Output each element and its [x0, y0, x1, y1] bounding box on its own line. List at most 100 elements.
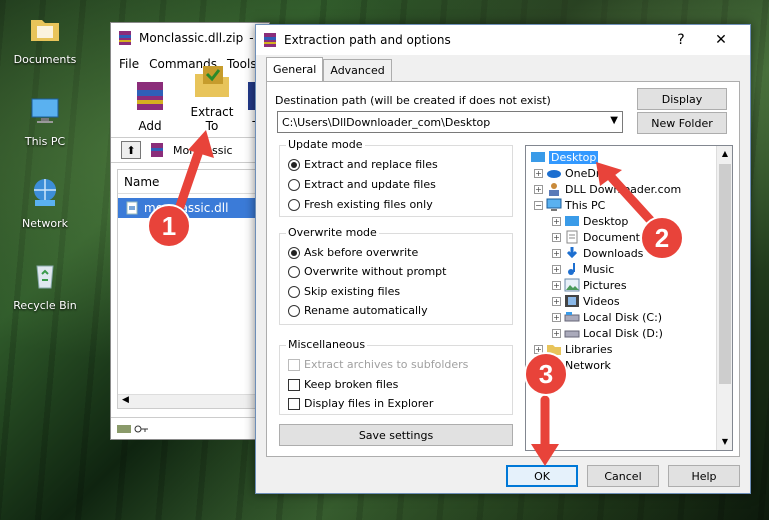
- tree-node-user[interactable]: + DLL Downloader.com: [534, 181, 681, 197]
- checkbox-keep-broken-files[interactable]: Keep broken files: [288, 378, 398, 391]
- menu-file[interactable]: File: [119, 57, 139, 71]
- radio-rename-automatically[interactable]: Rename automatically: [288, 304, 428, 317]
- radio-unselected: [288, 304, 300, 317]
- folder-icon: [31, 20, 59, 41]
- add-button[interactable]: Add: [121, 78, 179, 137]
- dialog-tabs: General Advanced: [266, 57, 392, 81]
- music-note-icon: [568, 263, 575, 275]
- tree-node-documents[interactable]: + Documents: [552, 229, 646, 245]
- cancel-button[interactable]: Cancel: [587, 465, 659, 487]
- desktop-icon-recycle-bin[interactable]: Recycle Bin: [0, 258, 90, 312]
- radio-skip-existing[interactable]: Skip existing files: [288, 285, 400, 298]
- desktop-icon-label: This PC: [24, 135, 66, 148]
- checkbox-disabled: [288, 358, 300, 371]
- tree-node-downloads[interactable]: + Downloads: [552, 245, 643, 261]
- update-mode-title: Update mode: [286, 138, 365, 151]
- file-row[interactable]: monclassic.dll: [118, 198, 268, 218]
- expand-plus-icon[interactable]: +: [552, 216, 561, 226]
- winrar-toolbar: Add Extract To T: [111, 66, 269, 137]
- tree-node-label: Local Disk (D:): [583, 326, 663, 340]
- dll-file-icon: [126, 201, 138, 215]
- collapse-minus-icon[interactable]: −: [534, 200, 543, 210]
- option-label: Keep broken files: [304, 378, 399, 391]
- computer-icon: [31, 98, 59, 123]
- tree-node-local-disk-d[interactable]: + Local Disk (D:): [552, 325, 663, 341]
- tree-node-this-pc[interactable]: − This PC: [534, 197, 605, 213]
- desktop-icon-network[interactable]: Network: [0, 176, 90, 230]
- tree-node-label: Local Disk (C:): [583, 310, 663, 324]
- winrar-file-list: Name monclassic.dll ◀: [117, 169, 269, 409]
- drive-icon: [564, 330, 580, 338]
- display-button[interactable]: Display: [637, 88, 727, 110]
- ok-button[interactable]: OK: [506, 465, 578, 487]
- folder-tree[interactable]: Desktop + OneDrive + DLL Downloader.com …: [525, 145, 733, 451]
- desktop-icon-label: Documents: [13, 53, 77, 66]
- expand-plus-icon[interactable]: +: [552, 312, 561, 322]
- tree-node-local-disk-c[interactable]: + Local Disk (C:): [552, 309, 662, 325]
- radio-overwrite-without-prompt[interactable]: Overwrite without prompt: [288, 265, 446, 278]
- save-settings-button[interactable]: Save settings: [279, 424, 513, 446]
- tree-vertical-scrollbar[interactable]: ▲ ▼: [716, 146, 732, 450]
- expand-plus-icon[interactable]: +: [534, 168, 543, 178]
- radio-extract-replace[interactable]: Extract and replace files: [288, 158, 438, 171]
- tree-node-onedrive[interactable]: + OneDrive: [534, 165, 617, 181]
- expand-plus-icon[interactable]: +: [552, 264, 561, 274]
- tree-node-pictures[interactable]: + Pictures: [552, 277, 627, 293]
- tree-node-desktop-root[interactable]: Desktop: [530, 149, 599, 165]
- dialog-title: Extraction path and options: [284, 33, 451, 47]
- column-header-name[interactable]: Name: [118, 170, 268, 194]
- tree-node-label: Libraries: [565, 342, 613, 356]
- desktop-icon-documents[interactable]: Documents: [0, 12, 90, 66]
- winrar-titlebar[interactable]: Monclassic.dll.zip -: [111, 23, 269, 53]
- desktop-folder-icon: [531, 152, 545, 162]
- user-icon: [549, 183, 559, 196]
- expand-plus-icon[interactable]: +: [552, 232, 561, 242]
- help-title-button[interactable]: ?: [666, 29, 696, 51]
- horizontal-scrollbar[interactable]: ◀: [118, 394, 268, 408]
- network-icon: [34, 179, 56, 206]
- tab-advanced[interactable]: Advanced: [323, 59, 392, 81]
- radio-selected: [288, 246, 300, 259]
- winrar-icon: [119, 31, 131, 45]
- computer-icon: [546, 198, 562, 211]
- tree-node-label: Pictures: [583, 278, 627, 292]
- update-mode-group: Update mode Extract and replace files Ex…: [279, 138, 513, 217]
- chevron-up-icon[interactable]: ▲: [717, 146, 732, 162]
- radio-unselected: [288, 178, 300, 191]
- radio-fresh-existing[interactable]: Fresh existing files only: [288, 198, 433, 211]
- winrar-path-text: Monclassic: [173, 143, 233, 157]
- tree-node-desktop[interactable]: + Desktop: [552, 213, 628, 229]
- winrar-status-bar: [111, 417, 269, 439]
- checkbox-display-in-explorer[interactable]: Display files in Explorer: [288, 397, 433, 410]
- help-button[interactable]: Help: [668, 465, 740, 487]
- download-arrow-icon: [566, 247, 578, 259]
- expand-plus-icon[interactable]: +: [552, 248, 561, 258]
- tree-node-music[interactable]: + Music: [552, 261, 614, 277]
- expand-plus-icon[interactable]: +: [552, 280, 561, 290]
- new-folder-button[interactable]: New Folder: [637, 112, 727, 134]
- winrar-path-bar: ⬆ Monclassic: [111, 137, 269, 163]
- close-icon[interactable]: ✕: [706, 29, 736, 51]
- option-label: Extract archives to subfolders: [304, 358, 469, 371]
- miscellaneous-title: Miscellaneous: [286, 338, 368, 351]
- chevron-down-icon[interactable]: ▼: [717, 434, 732, 450]
- destination-path-combobox[interactable]: C:\Users\DllDownloader_com\Desktop ▼: [277, 111, 623, 133]
- radio-selected: [288, 158, 300, 171]
- up-folder-button[interactable]: ⬆: [121, 141, 141, 159]
- destination-label: Destination path (will be created if doe…: [275, 94, 551, 107]
- drive-icon: [117, 424, 131, 433]
- chevron-down-icon[interactable]: ▼: [610, 115, 618, 126]
- expand-plus-icon[interactable]: +: [552, 296, 561, 306]
- radio-extract-update[interactable]: Extract and update files: [288, 178, 436, 191]
- option-label: Skip existing files: [304, 285, 401, 298]
- expand-plus-icon[interactable]: +: [552, 328, 561, 338]
- desktop-icon-this-pc[interactable]: This PC: [0, 94, 90, 148]
- pictures-icon: [564, 278, 580, 292]
- tree-node-videos[interactable]: + Videos: [552, 293, 620, 309]
- extract-to-button[interactable]: Extract To: [183, 64, 241, 137]
- radio-ask-before-overwrite[interactable]: Ask before overwrite: [288, 246, 418, 259]
- expand-plus-icon[interactable]: +: [534, 184, 543, 194]
- dialog-titlebar[interactable]: Extraction path and options ? ✕: [256, 25, 750, 55]
- tab-general[interactable]: General: [266, 57, 324, 81]
- scrollbar-thumb[interactable]: [719, 164, 731, 384]
